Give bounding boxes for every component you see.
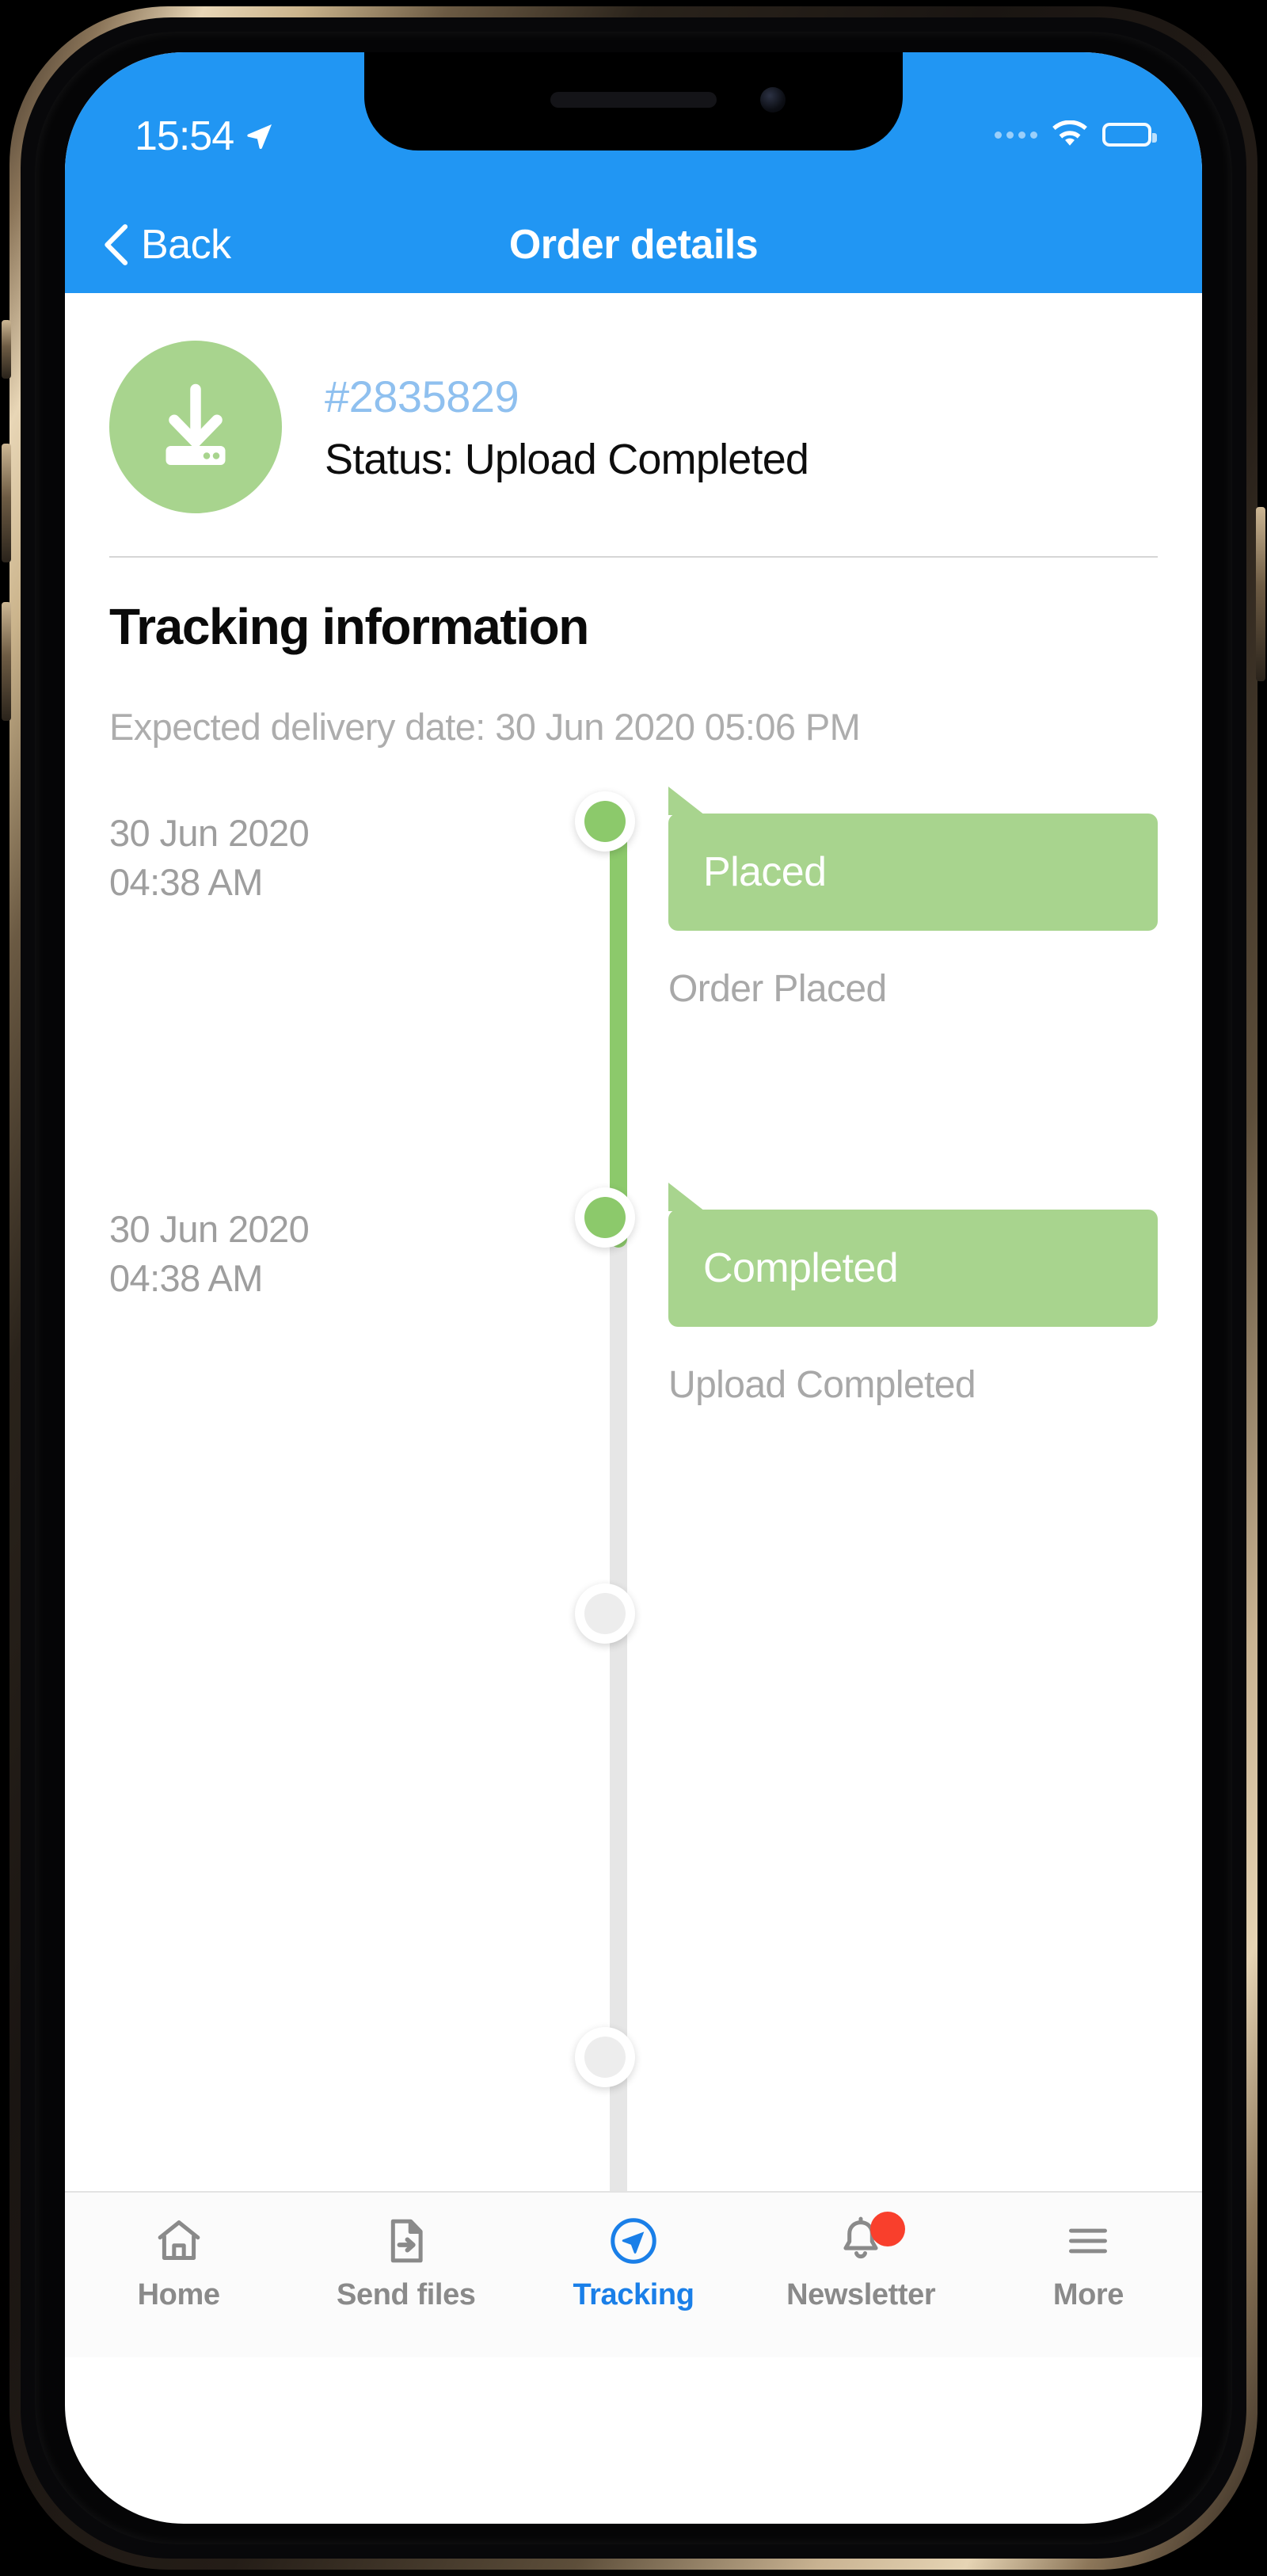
timeline-event-body-empty — [662, 1595, 1158, 2038]
order-meta: #2835829 Status: Upload Completed — [325, 371, 809, 484]
timeline-node-dot-pending — [575, 2027, 635, 2087]
tab-home-label: Home — [137, 2277, 220, 2311]
status-bar-time: 15:54 — [135, 113, 234, 159]
newsletter-badge — [870, 2212, 906, 2246]
timeline-node-dot — [575, 791, 635, 852]
location-arrow-icon — [245, 121, 275, 151]
order-summary: #2835829 Status: Upload Completed — [65, 293, 1202, 556]
signal-dots-icon — [995, 131, 1037, 139]
tab-more-label: More — [1052, 2277, 1124, 2311]
page-content: #2835829 Status: Upload Completed Tracki… — [65, 293, 1202, 2357]
tab-home[interactable]: Home — [65, 2193, 292, 2357]
volume-up-button[interactable] — [2, 444, 11, 562]
tab-tracking[interactable]: Tracking — [519, 2193, 747, 2357]
timeline-node-column — [557, 1583, 662, 2038]
timeline-node-column — [557, 1187, 662, 1595]
silent-switch[interactable] — [2, 320, 11, 379]
file-send-icon — [382, 2216, 431, 2265]
home-icon — [154, 2216, 204, 2265]
phone-screen: 15:54 Back Order details #2835829 Status… — [65, 52, 1202, 2524]
earpiece-speaker — [550, 92, 717, 108]
paper-plane-icon — [609, 2216, 658, 2265]
tab-newsletter[interactable]: Newsletter — [748, 2193, 975, 2357]
timeline-event-pending — [109, 1583, 1158, 2038]
status-bar: 15:54 — [65, 52, 1202, 196]
back-button-label: Back — [141, 222, 231, 268]
download-to-device-icon — [109, 341, 282, 513]
timeline-event: 30 Jun 2020 04:38 AM Completed Upload Co… — [109, 1183, 1158, 1595]
tracking-section: Tracking information Expected delivery d… — [65, 558, 1202, 2357]
order-number: #2835829 — [325, 371, 519, 421]
order-status-text: Status: Upload Completed — [325, 435, 809, 483]
hamburger-icon — [1063, 2216, 1113, 2265]
tab-tracking-label: Tracking — [573, 2277, 694, 2311]
timeline-node-dot — [575, 1187, 635, 1248]
front-camera — [760, 87, 786, 112]
timeline-status-badge-label: Completed — [703, 1245, 899, 1291]
timeline-event-body: Placed Order Placed — [662, 787, 1158, 1198]
tab-send-files[interactable]: Send files — [292, 2193, 519, 2357]
back-button[interactable]: Back — [103, 221, 231, 269]
battery-icon — [1102, 123, 1157, 147]
status-bar-right — [995, 116, 1157, 149]
phone-notch — [364, 52, 903, 151]
timeline-status-badge-label: Placed — [703, 849, 827, 895]
chevron-left-icon — [103, 224, 130, 265]
page-title: Order details — [508, 222, 759, 268]
volume-down-button[interactable] — [2, 602, 11, 721]
status-bar-left: 15:54 — [135, 116, 275, 157]
tab-newsletter-label: Newsletter — [786, 2277, 936, 2311]
tab-send-files-label: Send files — [337, 2277, 476, 2311]
timeline-node-column — [557, 791, 662, 1198]
timeline-event-date: 30 Jun 2020 04:38 AM — [109, 1208, 310, 1300]
timeline-event-date: 30 Jun 2020 04:38 AM — [109, 812, 310, 904]
timeline-event: 30 Jun 2020 04:38 AM Placed Order Placed — [109, 787, 1158, 1198]
wifi-icon — [1052, 120, 1088, 149]
timeline-event-body: Completed Upload Completed — [662, 1183, 1158, 1595]
power-button[interactable] — [1256, 507, 1265, 681]
phone-frame: 15:54 Back Order details #2835829 Status… — [0, 0, 1267, 2576]
app-bar: Back Order details — [65, 196, 1202, 293]
expected-delivery-date: Expected delivery date: 30 Jun 2020 05:0… — [109, 706, 861, 748]
timeline-status-badge: Completed — [668, 1183, 1158, 1327]
tab-more[interactable]: More — [975, 2193, 1202, 2357]
timeline-status-badge: Placed — [668, 787, 1158, 931]
tracking-timeline: 30 Jun 2020 04:38 AM Placed Order Placed — [109, 787, 1158, 2357]
tracking-title: Tracking information — [109, 598, 589, 655]
bottom-tab-bar: Home Send files Tracking Newsletter More — [65, 2191, 1202, 2357]
timeline-node-dot-pending — [575, 1583, 635, 1644]
timeline-event-description: Upload Completed — [668, 1364, 976, 1406]
timeline-event-date-empty — [109, 1595, 557, 2038]
timeline-event-description: Order Placed — [668, 968, 887, 1010]
